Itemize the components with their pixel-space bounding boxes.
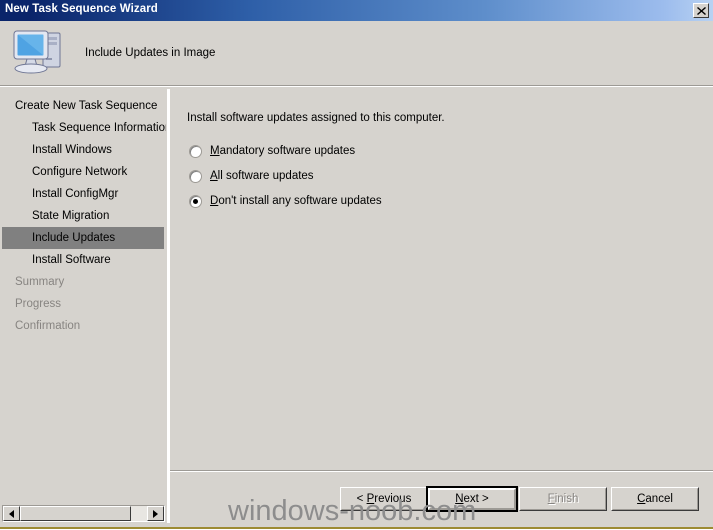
sidebar-item-task-sequence-information[interactable]: Task Sequence Information <box>2 117 167 139</box>
wizard-header: Include Updates in Image <box>0 21 713 86</box>
sidebar-item-label: State Migration <box>32 210 110 222</box>
sidebar-item-configure-network[interactable]: Configure Network <box>2 161 164 183</box>
sidebar-item-include-updates[interactable]: Include Updates <box>2 227 164 249</box>
sidebar-item-label: Create New Task Sequence <box>15 100 158 112</box>
wizard-window: New Task Sequence Wizard Include Updates… <box>0 0 713 530</box>
sidebar-item-label: Configure Network <box>32 166 128 178</box>
instruction-text: Install software updates assigned to thi… <box>187 112 445 124</box>
sidebar-item-progress: Progress <box>2 293 164 315</box>
scroll-left-arrow-icon[interactable] <box>3 506 20 521</box>
scroll-thumb[interactable] <box>20 506 131 521</box>
window-title: New Task Sequence Wizard <box>5 3 158 15</box>
button-label: Cancel <box>637 493 673 505</box>
scrollbar-track[interactable] <box>20 506 147 521</box>
sidebar-item-create-new-task-sequence[interactable]: Create New Task Sequence <box>2 95 164 117</box>
sidebar-item-summary: Summary <box>2 271 164 293</box>
sidebar-item-install-windows[interactable]: Install Windows <box>2 139 164 161</box>
sidebar-item-install-configmgr[interactable]: Install ConfigMgr <box>2 183 164 205</box>
sidebar-item-confirmation: Confirmation <box>2 315 164 337</box>
title-bar[interactable]: New Task Sequence Wizard <box>0 0 713 21</box>
sidebar-item-label: Install Windows <box>32 144 112 156</box>
radio-option-a[interactable]: All software updates <box>189 168 314 184</box>
sidebar-item-label: Install ConfigMgr <box>32 188 119 200</box>
close-icon[interactable] <box>693 3 709 18</box>
next-button[interactable]: Next > <box>426 486 518 512</box>
previous-button[interactable]: < Previous <box>340 487 428 511</box>
sidebar-item-label: Install Software <box>32 254 111 266</box>
sidebar-horizontal-scrollbar[interactable] <box>2 505 165 522</box>
page-title: Include Updates in Image <box>85 47 216 59</box>
wizard-step-list: Create New Task Sequence Task Sequence In… <box>1 89 167 497</box>
sidebar-item-label: Task Sequence Information <box>32 122 167 134</box>
footer-divider <box>170 471 713 472</box>
header-divider <box>0 86 713 87</box>
close-glyph <box>696 6 706 15</box>
sidebar-item-label: Progress <box>15 298 62 310</box>
sidebar-item-label: Confirmation <box>15 320 81 332</box>
radio-selected-icon[interactable] <box>189 194 202 208</box>
radio-unselected-icon[interactable] <box>189 169 202 183</box>
radio-unselected-icon[interactable] <box>189 144 202 158</box>
button-label: < Previous <box>356 493 412 505</box>
radio-option-m[interactable]: Mandatory software updates <box>189 143 355 159</box>
radio-option-d[interactable]: Don't install any software updates <box>189 193 382 209</box>
radio-option-label: All software updates <box>210 170 314 182</box>
button-label: Finish <box>547 493 579 505</box>
finish-button: Finish <box>519 487 607 511</box>
sidebar-item-state-migration[interactable]: State Migration <box>2 205 164 227</box>
radio-option-label: Mandatory software updates <box>210 145 356 157</box>
computer-icon <box>10 25 68 79</box>
right-arrow-glyph <box>153 509 158 518</box>
left-arrow-glyph <box>9 509 14 518</box>
wizard-content-pane: Install software updates assigned to thi… <box>170 89 713 469</box>
button-label: Next > <box>455 493 489 505</box>
sidebar-item-install-software[interactable]: Install Software <box>2 249 164 271</box>
sidebar-item-label: Include Updates <box>32 232 116 244</box>
cancel-button[interactable]: Cancel <box>611 487 699 511</box>
scroll-right-arrow-icon[interactable] <box>147 506 164 521</box>
sidebar-item-label: Summary <box>15 276 65 288</box>
radio-option-label: Don't install any software updates <box>210 195 382 207</box>
